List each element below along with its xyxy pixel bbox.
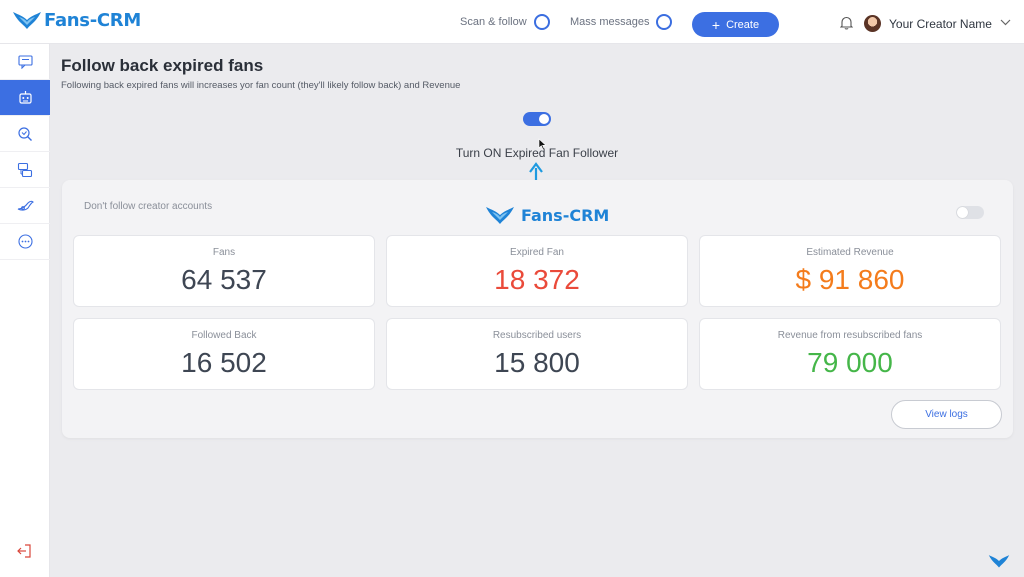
- stat-card-estimated-revenue: Estimated Revenue $ 91 860: [699, 235, 1001, 307]
- bot-icon: [18, 91, 32, 104]
- watermark-logo: Fans-CRM: [480, 204, 609, 226]
- plus-icon: +: [711, 16, 721, 33]
- brand-logo[interactable]: Fans-CRM: [12, 9, 141, 31]
- sidebar-item-bot[interactable]: [0, 80, 50, 116]
- avatar[interactable]: [864, 15, 881, 32]
- create-label: Create: [726, 18, 760, 31]
- sidebar-item-wing[interactable]: [0, 188, 50, 224]
- stats-panel: Don't follow creator accounts Fans-CRM F…: [62, 180, 1013, 438]
- sidebar-item-more[interactable]: [0, 224, 50, 260]
- toggle-knob: [957, 207, 968, 218]
- main-content: Follow back expired fans Following back …: [50, 44, 1024, 577]
- dont-follow-creators-toggle[interactable]: [956, 206, 984, 219]
- sidebar-item-search[interactable]: [0, 116, 50, 152]
- stat-label: Resubscribed users: [492, 330, 582, 341]
- wing-logo-icon: [13, 12, 41, 29]
- view-logs-button[interactable]: View logs: [891, 400, 1002, 429]
- stat-label: Estimated Revenue: [806, 247, 894, 258]
- toggle-caption: Turn ON Expired Fan Follower: [455, 146, 619, 160]
- nav-mass-messages[interactable]: Mass messages: [570, 14, 673, 30]
- wing-logo-icon: [486, 207, 514, 224]
- logout-icon[interactable]: [16, 544, 32, 558]
- bell-icon[interactable]: [840, 16, 853, 30]
- toggle-knob: [539, 114, 549, 124]
- sidebar: [0, 44, 50, 577]
- stat-value: 18 372: [494, 264, 580, 295]
- stat-label: Fans: [212, 247, 236, 258]
- nav-scan-follow[interactable]: Scan & follow: [460, 14, 550, 30]
- sidebar-item-messages[interactable]: [0, 44, 50, 80]
- stat-card-expired-fan: Expired Fan 18 372: [386, 235, 688, 307]
- scan-progress-ring-icon: [533, 14, 550, 30]
- stat-value: $ 91 860: [795, 264, 905, 295]
- create-button[interactable]: + Create: [692, 12, 779, 37]
- search-icon: [18, 126, 32, 141]
- brand-name: Fans-CRM: [44, 9, 141, 31]
- chevron-down-icon[interactable]: [1000, 19, 1011, 26]
- wing-logo-icon: [988, 555, 1010, 568]
- stat-value: 16 502: [181, 347, 267, 378]
- stat-card-resubscribed-users: Resubscribed users 15 800: [386, 318, 688, 390]
- stat-label: Revenue from resubscribed fans: [777, 330, 923, 341]
- stat-card-followed-back: Followed Back 16 502: [73, 318, 375, 390]
- stat-card-fans: Fans 64 537: [73, 235, 375, 307]
- sidebar-item-layers[interactable]: [0, 152, 50, 188]
- nav-scan-follow-label: Scan & follow: [460, 16, 527, 28]
- stat-value: 79 000: [807, 347, 893, 378]
- stat-value: 15 800: [494, 347, 580, 378]
- nav-mass-messages-label: Mass messages: [570, 16, 650, 28]
- top-bar: Fans-CRM Scan & follow Mass messages + C…: [0, 0, 1024, 44]
- page-title: Follow back expired fans: [61, 56, 264, 75]
- messages-progress-ring-icon: [656, 14, 673, 30]
- wing-icon: [17, 200, 34, 211]
- layers-icon: [17, 162, 33, 177]
- dont-follow-creators-label: Don't follow creator accounts: [84, 201, 213, 212]
- stat-label: Expired Fan: [510, 247, 564, 258]
- watermark-text: Fans-CRM: [521, 205, 610, 225]
- expired-fan-follower-toggle[interactable]: [523, 112, 551, 126]
- stat-value: 64 537: [181, 264, 267, 295]
- page-subtitle: Following back expired fans will increas…: [61, 80, 461, 91]
- user-name[interactable]: Your Creator Name: [889, 17, 992, 31]
- message-icon: [17, 54, 33, 69]
- more-icon: [17, 234, 33, 249]
- stat-label: Followed Back: [191, 330, 257, 341]
- stat-card-revenue-resubscribed: Revenue from resubscribed fans 79 000: [699, 318, 1001, 390]
